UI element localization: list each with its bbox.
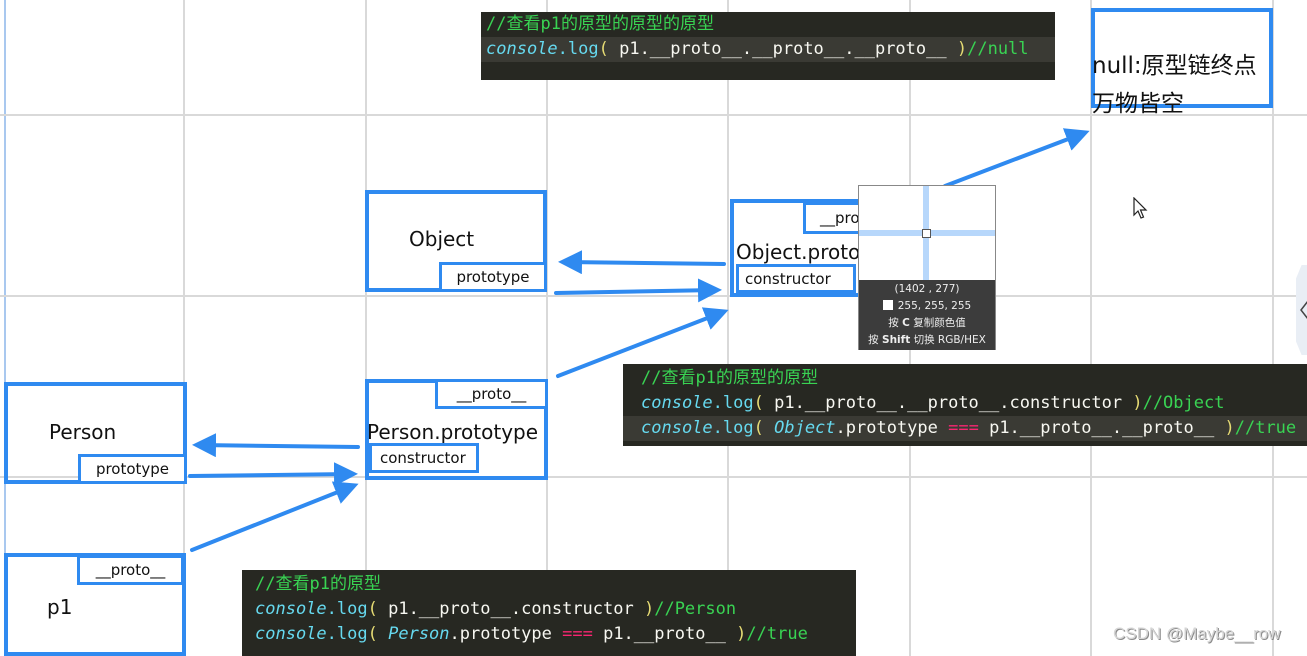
person-prototype-proto-slot: __proto__	[435, 379, 548, 409]
person-node-label: Person	[49, 420, 117, 444]
arrow-person-to-personproto	[188, 462, 358, 487]
code-panel-bottom: //查看p1的原型 console.log( p1.__proto__.cons…	[242, 570, 856, 656]
code-comment: //查看p1的原型的原型的原型	[486, 14, 714, 34]
mouse-cursor-icon	[1133, 197, 1148, 219]
person-prototype-slot: prototype	[78, 454, 187, 484]
code-line: console.log( p1.__proto__.__proto__.__pr…	[481, 37, 1055, 62]
watermark: CSDN @Maybe__row	[1113, 624, 1281, 643]
null-node-label-line2: 万物皆空	[1092, 91, 1184, 117]
object-node-label: Object	[409, 227, 475, 251]
person-prototype-constructor-slot: constructor	[369, 443, 479, 473]
arrow-personproto-to-person	[192, 433, 360, 458]
arrow-objproto-to-null	[943, 128, 1090, 188]
color-picker-tooltip: (1402 , 277) 255, 255, 255 按 C 复制颜色值 按 S…	[858, 185, 996, 350]
color-picker-hint-switch: 按 Shift 切换 RGB/HEX	[868, 334, 986, 346]
object-prototype-slot: prototype	[439, 262, 547, 292]
code-line: console.log( Person.prototype === p1.__p…	[255, 624, 808, 644]
p1-proto-slot: __proto__	[77, 555, 184, 585]
p1-node-label: p1	[47, 595, 73, 619]
arrow-p1-to-personproto	[190, 481, 359, 552]
code-comment: //查看p1的原型的原型	[641, 368, 818, 388]
object-prototype-constructor-slot: constructor	[736, 264, 856, 293]
crosshair-center-icon	[922, 229, 931, 238]
color-swatch-icon	[882, 300, 893, 310]
code-panel-middle: //查看p1的原型的原型 console.log( p1.__proto__._…	[623, 364, 1307, 446]
arrow-objproto-to-object	[558, 250, 726, 275]
color-picker-coords: (1402 , 277)	[894, 283, 960, 295]
object-prototype-node-label: Object.proto	[736, 240, 861, 264]
color-picker-rgb: 255, 255, 255	[859, 298, 995, 315]
code-line: console.log( p1.__proto__.constructor )/…	[255, 599, 737, 619]
person-prototype-node-label: Person.prototype	[367, 420, 539, 444]
code-comment: //查看p1的原型	[255, 574, 381, 594]
chevron-left-icon	[1300, 300, 1307, 320]
color-picker-magnifier	[859, 186, 995, 280]
arrow-object-to-objproto	[554, 278, 722, 303]
color-picker-info: (1402 , 277) 255, 255, 255 按 C 复制颜色值 按 S…	[859, 280, 995, 350]
side-panel-toggle[interactable]	[1296, 265, 1307, 355]
code-line: console.log( p1.__proto__.__proto__.cons…	[641, 393, 1225, 413]
null-node-label-line1: null:原型链终点	[1092, 53, 1257, 79]
code-panel-top: //查看p1的原型的原型的原型 console.log( p1.__proto_…	[481, 12, 1055, 80]
object-prototype-proto-slot: __pro	[803, 202, 863, 234]
color-picker-hint-copy: 按 C 复制颜色值	[888, 317, 966, 329]
code-line: console.log( Object.prototype === p1.__p…	[623, 416, 1307, 441]
